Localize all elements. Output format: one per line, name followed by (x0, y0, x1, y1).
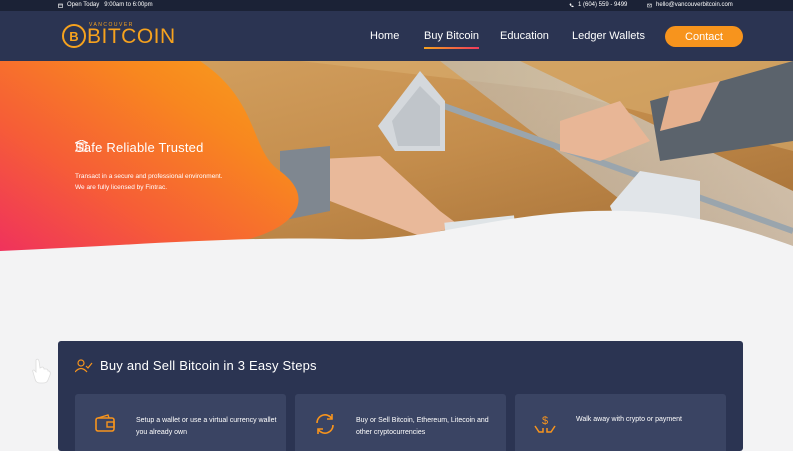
money-hand-icon: $ (534, 415, 556, 433)
nav-home[interactable]: Home (370, 30, 399, 42)
site-logo[interactable]: B VANCOUVER BITCOIN (62, 21, 176, 51)
hero-background (0, 61, 793, 261)
contact-button[interactable]: Contact (665, 26, 743, 47)
envelope-icon (647, 3, 652, 7)
hero-description: Transact in a secure and professional en… (75, 171, 275, 193)
coin-symbol: B (69, 28, 79, 44)
step-1-text: Setup a wallet or use a virtual currency… (136, 417, 277, 436)
hero-line-1: Transact in a secure and professional en… (75, 173, 223, 180)
phone-icon (569, 3, 574, 7)
calendar-icon (58, 3, 63, 8)
bitcoin-coin-icon: B (62, 24, 86, 48)
top-bar: Open Today 9:00am to 6:00pm 1 (604) 559 … (0, 0, 793, 11)
svg-text:$: $ (542, 415, 548, 427)
steps-section: Buy and Sell Bitcoin in 3 Easy Steps Set… (58, 341, 743, 451)
hero-line-2: We are fully licensed by Fintrac. (75, 184, 167, 191)
bank-icon (75, 140, 88, 152)
email-link[interactable]: hello@vancouverbitcoin.com (647, 2, 733, 8)
phone-text[interactable]: 1 (604) 559 - 9499 (578, 2, 627, 8)
steps-title: Buy and Sell Bitcoin in 3 Easy Steps (100, 358, 317, 373)
logo-subtitle: VANCOUVER (89, 22, 134, 28)
hero-heading: Safe Reliable Trusted (75, 140, 204, 155)
nav-ledger-wallets[interactable]: Ledger Wallets (572, 30, 645, 42)
user-check-icon (75, 358, 93, 372)
email-text[interactable]: hello@vancouverbitcoin.com (656, 2, 733, 8)
step-card-2: Buy or Sell Bitcoin, Ethereum, Litecoin … (295, 394, 506, 451)
steps-heading: Buy and Sell Bitcoin in 3 Easy Steps (75, 358, 317, 373)
wallet-icon (95, 414, 115, 432)
main-navigation: B VANCOUVER BITCOIN Home Buy Bitcoin Edu… (0, 11, 793, 61)
step-card-3: $ Walk away with crypto or payment (515, 394, 726, 451)
logo-wordmark: BITCOIN (87, 24, 176, 48)
step-3-text: Walk away with crypto or payment (576, 416, 682, 423)
nav-buy-bitcoin[interactable]: Buy Bitcoin (424, 30, 480, 49)
exchange-icon (316, 414, 334, 434)
hero-banner: Safe Reliable Trusted Transact in a secu… (0, 61, 793, 261)
phone-link[interactable]: 1 (604) 559 - 9499 (569, 2, 627, 8)
step-2-text: Buy or Sell Bitcoin, Ethereum, Litecoin … (356, 417, 489, 436)
hours-text: Open Today 9:00am to 6:00pm (67, 2, 153, 8)
pointer-hand-icon (32, 358, 51, 384)
step-card-1: Setup a wallet or use a virtual currency… (75, 394, 286, 451)
nav-education[interactable]: Education (500, 30, 549, 42)
opening-hours: Open Today 9:00am to 6:00pm (58, 2, 153, 8)
hero-title-text: Safe Reliable Trusted (75, 140, 204, 155)
